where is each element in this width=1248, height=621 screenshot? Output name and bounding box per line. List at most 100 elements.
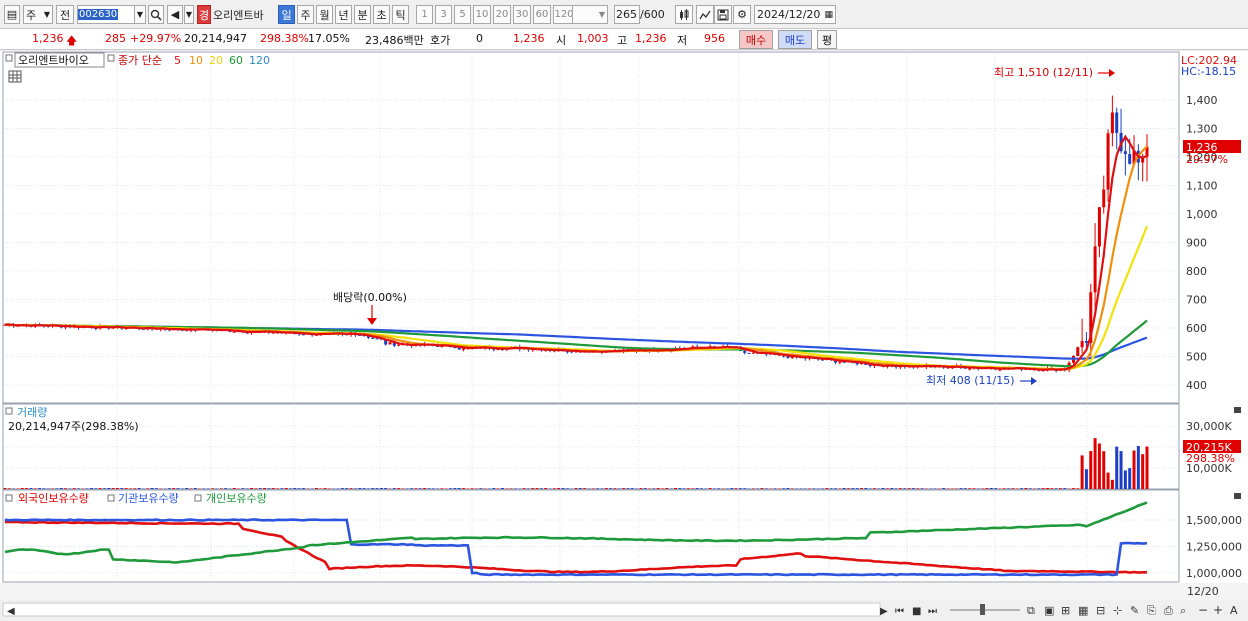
volume-bar: [799, 488, 803, 489]
speaker-dropdown-icon[interactable]: ▼: [184, 5, 194, 24]
code-dropdown-icon[interactable]: ▼: [134, 5, 146, 24]
gear-icon[interactable]: ⚙: [733, 5, 751, 24]
period-tab-1[interactable]: 주: [297, 5, 314, 24]
copy-icon[interactable]: ⎘: [1147, 604, 1156, 617]
period-tab-3[interactable]: 년: [335, 5, 352, 24]
stop-icon[interactable]: ■: [912, 606, 921, 617]
zoom-slider-handle[interactable]: [980, 604, 985, 615]
volume-bar: [475, 488, 479, 489]
print-icon[interactable]: ⎙: [1164, 604, 1173, 617]
period-tab-4[interactable]: 분: [354, 5, 371, 24]
first-page-icon[interactable]: ⏮: [895, 606, 904, 617]
horizontal-scrollbar[interactable]: [2, 602, 881, 617]
volume-bar: [258, 488, 262, 489]
sell-button[interactable]: 매도: [778, 30, 812, 49]
ma-label: 종가 단순: [118, 54, 162, 67]
interval-tab-6[interactable]: 60: [533, 5, 551, 24]
volume-bar: [860, 488, 863, 489]
volume-bar: [133, 488, 137, 489]
volume-bar: [686, 488, 690, 489]
volume-bar: [743, 488, 747, 489]
window-menu-icon[interactable]: ▤: [4, 5, 20, 24]
volume-bar: [7, 488, 11, 489]
chart-canvas[interactable]: 2023/112024/010203040506070809101112 1,4…: [0, 51, 1248, 621]
volume-bar: [708, 488, 712, 489]
interval-tab-5[interactable]: 30: [513, 5, 531, 24]
table-icon[interactable]: [8, 70, 22, 83]
date-input[interactable]: 2024/12/20 ▦: [754, 5, 836, 24]
pane-close-icon[interactable]: [1234, 493, 1241, 499]
period-tab-0[interactable]: 일: [278, 5, 295, 24]
prev-button[interactable]: 전: [56, 5, 74, 24]
volume-bar: [565, 488, 569, 489]
volume-bar: [825, 488, 829, 489]
stock-code-input[interactable]: 002630: [77, 5, 137, 24]
font-size-icon[interactable]: A: [1230, 604, 1238, 617]
last-page-icon[interactable]: ⏭: [928, 606, 937, 617]
volume-bar: [946, 488, 950, 489]
individual-holder-label: 개인보유수량: [206, 492, 267, 505]
volume-bar: [379, 488, 383, 489]
volume-bar: [505, 488, 509, 489]
tile-icon[interactable]: ⊟: [1096, 604, 1105, 617]
volume-bar: [410, 488, 414, 489]
overlay-icon[interactable]: ⧉: [1027, 604, 1035, 617]
volume-bar: [405, 488, 409, 489]
volume-bar: [414, 488, 418, 489]
volume-bar: [440, 488, 444, 489]
zoom-out-icon[interactable]: −: [1198, 603, 1208, 617]
save-icon[interactable]: [714, 5, 732, 24]
scroll-right-icon[interactable]: ▶: [880, 606, 888, 617]
volume-bar: [985, 488, 989, 489]
volume-bar: [838, 488, 842, 489]
volume-bar: [319, 488, 323, 489]
volume-bar: [33, 488, 37, 489]
draw-icon[interactable]: ✎: [1130, 604, 1139, 617]
period-tab-6[interactable]: 틱: [392, 5, 409, 24]
volume-bar: [1028, 488, 1032, 489]
volume-bar: [418, 488, 422, 489]
crosshair-icon[interactable]: ⊹: [1113, 604, 1122, 617]
volume-bar: [1089, 451, 1093, 489]
speaker-icon[interactable]: ◀: [167, 5, 183, 24]
volume-bar: [877, 488, 881, 489]
interval-tab-1[interactable]: 3: [435, 5, 452, 24]
interval-tab-3[interactable]: 10: [473, 5, 491, 24]
candle-body: [1123, 151, 1127, 155]
volume-bar: [137, 487, 141, 489]
zoom-icon[interactable]: ⌕: [1180, 604, 1186, 617]
count-input[interactable]: 265: [614, 5, 640, 24]
split-icon[interactable]: ⊞: [1061, 604, 1070, 617]
candle-body: [1080, 341, 1084, 348]
volume-bar: [46, 488, 50, 489]
buy-button[interactable]: 매수: [739, 30, 773, 49]
volume-value: 20,214,947: [184, 32, 247, 45]
pane-close-icon[interactable]: [1234, 407, 1241, 413]
period-tab-5[interactable]: 초: [373, 5, 390, 24]
period-tab-2[interactable]: 월: [316, 5, 333, 24]
candle-body: [751, 352, 755, 354]
candle-type-icon[interactable]: [675, 5, 693, 24]
interval-tab-4[interactable]: 20: [493, 5, 511, 24]
volume-bar: [552, 488, 556, 489]
volume-bar: [353, 488, 357, 489]
y-axis: 1,4001,3001,2001,1001,000900800700600500…: [1186, 94, 1242, 580]
grid-icon[interactable]: ▦: [1078, 604, 1088, 617]
interval-tab-0[interactable]: 1: [416, 5, 433, 24]
volume-bar: [1145, 446, 1149, 489]
dividend-annotation: 배당락(0.00%): [333, 291, 407, 304]
volume-bar: [107, 487, 111, 489]
evaluate-button[interactable]: 평: [817, 30, 837, 49]
market-select[interactable]: 주 ▼: [23, 5, 53, 24]
chart-panel[interactable]: 2023/112024/010203040506070809101112 1,4…: [0, 51, 1248, 621]
indicator-icon[interactable]: [696, 5, 714, 24]
interval-input[interactable]: ▼: [572, 5, 608, 24]
zoom-in-icon[interactable]: +: [1213, 603, 1223, 617]
scroll-left-icon[interactable]: ◀: [7, 606, 15, 617]
layout-icon[interactable]: ▣: [1044, 604, 1054, 617]
volume-bar: [55, 488, 59, 489]
interval-tab-2[interactable]: 5: [454, 5, 471, 24]
volume-bar: [630, 488, 634, 489]
search-icon[interactable]: [148, 5, 164, 24]
volume-bar: [738, 488, 742, 489]
